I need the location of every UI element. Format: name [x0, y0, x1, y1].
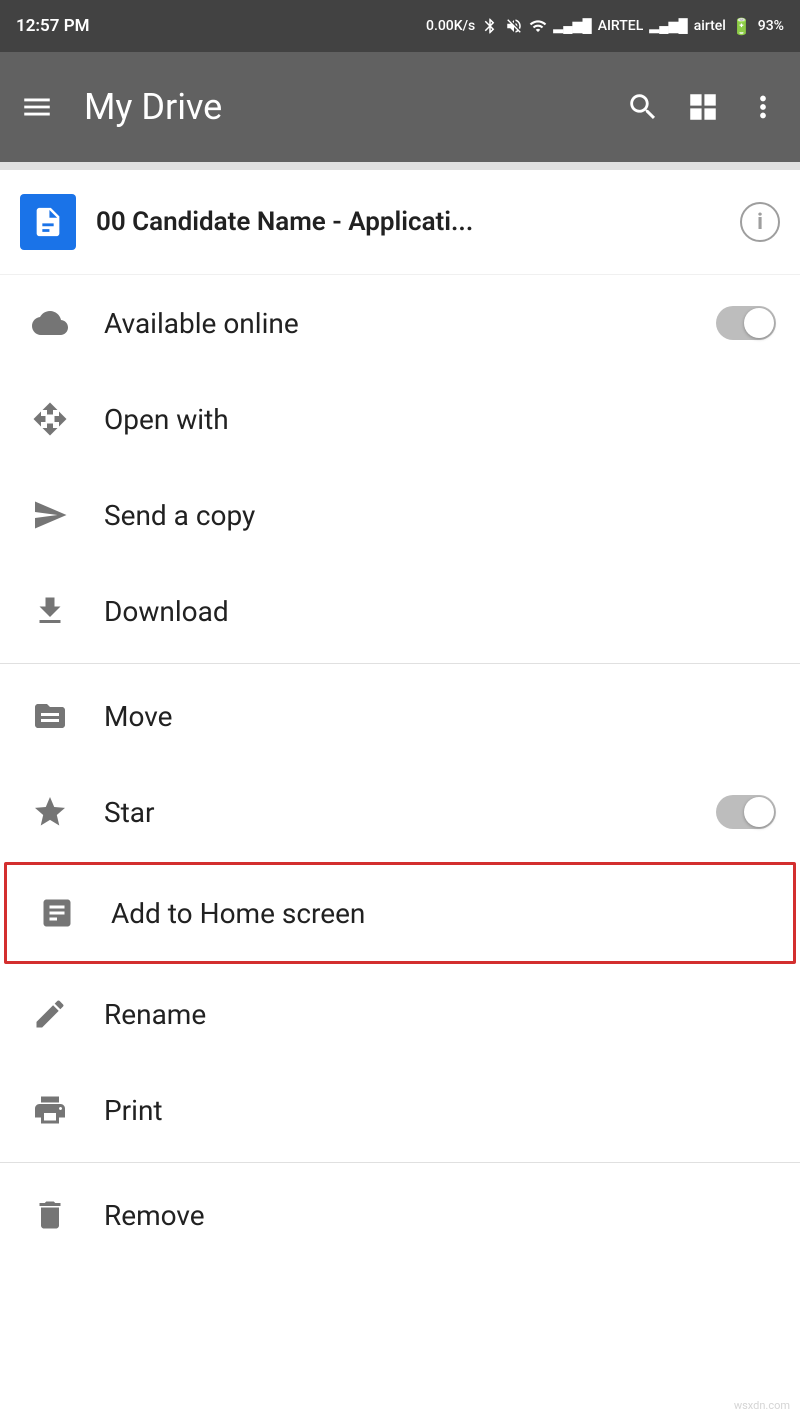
menu-item-open-with[interactable]: Open with [0, 371, 800, 467]
carrier-name: AIRTEL [598, 18, 644, 34]
network-speed: 0.00K/s [426, 18, 475, 34]
star-label: Star [104, 796, 688, 829]
move-label: Move [104, 700, 776, 733]
download-label: Download [104, 595, 776, 628]
cloud-icon [24, 297, 76, 349]
carrier-name2: airtel [694, 18, 726, 34]
download-icon [24, 585, 76, 637]
send-copy-label: Send a copy [104, 499, 776, 532]
menu-item-star[interactable]: Star [0, 764, 800, 860]
wifi-icon [529, 17, 547, 35]
separator-1 [0, 663, 800, 664]
mute-icon [505, 17, 523, 35]
bluetooth-icon [481, 17, 499, 35]
file-name: 00 Candidate Name - Applicati... [96, 207, 720, 237]
separator-2 [0, 1162, 800, 1163]
status-bar: 12:57 PM 0.00K/s ▂▄▆█ AIRTEL ▂▄▆█ airtel… [0, 0, 800, 52]
signal-bars: ▂▄▆█ [553, 18, 591, 34]
menu-item-available-online[interactable]: Available online [0, 275, 800, 371]
trash-icon [24, 1189, 76, 1241]
battery-icon: 🔋 [732, 17, 752, 36]
send-icon [24, 489, 76, 541]
menu-item-print[interactable]: Print [0, 1062, 800, 1158]
file-header: 00 Candidate Name - Applicati... i [0, 170, 800, 275]
search-button[interactable] [626, 90, 660, 124]
open-with-icon [24, 393, 76, 445]
page-title: My Drive [84, 86, 606, 128]
star-toggle[interactable] [716, 795, 776, 829]
more-options-button[interactable] [746, 90, 780, 124]
rename-label: Rename [104, 998, 776, 1031]
info-button[interactable]: i [740, 202, 780, 242]
signal-bars2: ▂▄▆█ [649, 18, 687, 34]
open-with-label: Open with [104, 403, 776, 436]
divider-top [0, 162, 800, 170]
grid-view-button[interactable] [686, 90, 720, 124]
battery-pct: 93% [758, 18, 784, 34]
remove-label: Remove [104, 1199, 776, 1232]
available-online-toggle[interactable] [716, 306, 776, 340]
menu-item-download[interactable]: Download [0, 563, 800, 659]
file-type-icon [20, 194, 76, 250]
status-time: 12:57 PM [16, 16, 90, 36]
move-icon [24, 690, 76, 742]
star-icon [24, 786, 76, 838]
available-online-label: Available online [104, 307, 688, 340]
menu-item-rename[interactable]: Rename [0, 966, 800, 1062]
watermark: wsxdn.com [734, 1399, 790, 1412]
menu-button[interactable] [20, 90, 54, 124]
print-icon [24, 1084, 76, 1136]
status-right: 0.00K/s ▂▄▆█ AIRTEL ▂▄▆█ airtel 🔋 93% [426, 17, 784, 36]
menu-item-send-copy[interactable]: Send a copy [0, 467, 800, 563]
menu-item-move[interactable]: Move [0, 668, 800, 764]
home-screen-icon [31, 887, 83, 939]
add-to-home-label: Add to Home screen [111, 897, 769, 930]
app-bar: My Drive [0, 52, 800, 162]
menu-item-add-to-home[interactable]: Add to Home screen [4, 862, 796, 964]
print-label: Print [104, 1094, 776, 1127]
app-bar-actions [626, 90, 780, 124]
rename-icon [24, 988, 76, 1040]
menu-list: Available online Open with Send a copy D… [0, 275, 800, 1263]
menu-item-remove[interactable]: Remove [0, 1167, 800, 1263]
